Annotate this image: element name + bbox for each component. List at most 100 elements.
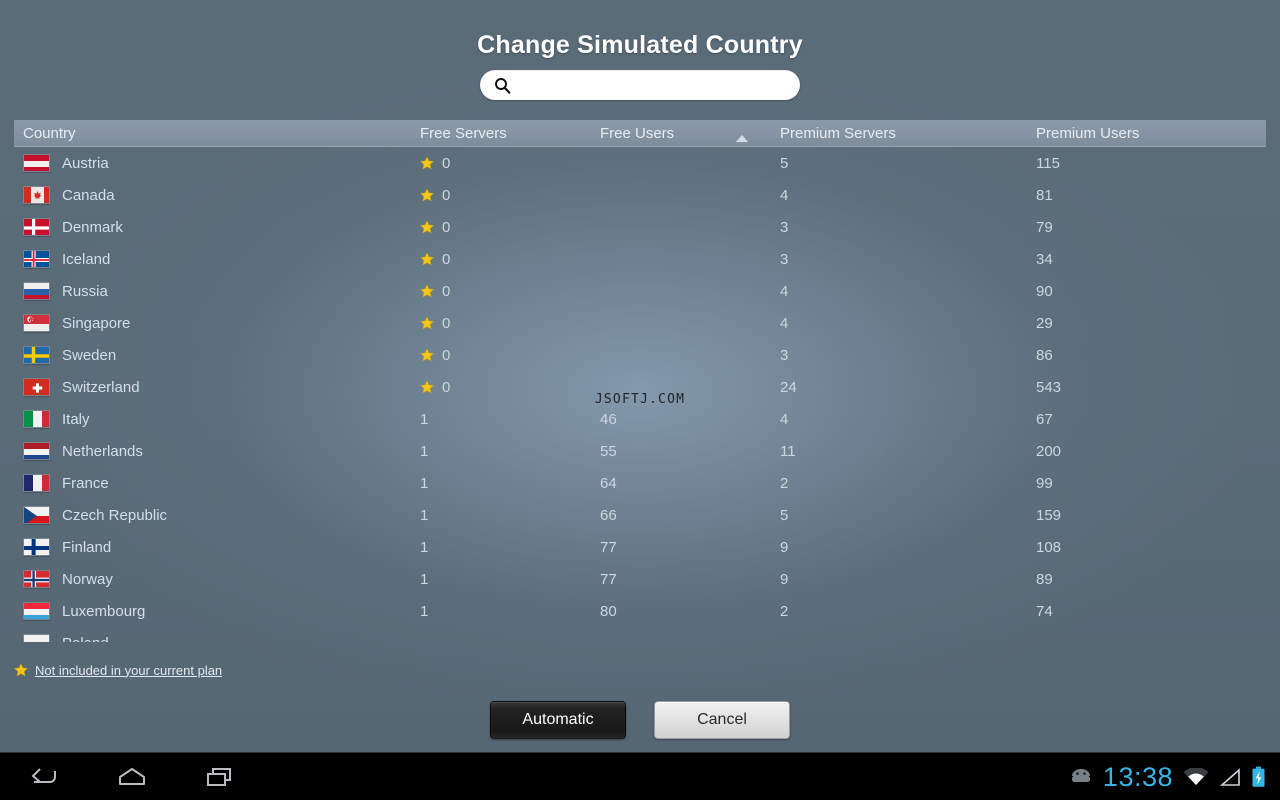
sort-ascending-icon [736, 134, 748, 142]
star-icon [420, 188, 434, 202]
search-input[interactable] [515, 71, 800, 99]
cell-premium-users-value: 81 [1036, 186, 1053, 204]
cell-premium-servers: 24 [780, 379, 1036, 396]
table-row[interactable]: Netherlands 1 55 11 200 [14, 435, 1266, 467]
cell-free-users-value: 80 [600, 602, 617, 620]
cell-premium-servers-value: 3 [780, 250, 789, 268]
table-row[interactable]: Luxembourg 1 80 2 74 [14, 595, 1266, 627]
table-row[interactable]: Switzerland 0 24 543 [14, 371, 1266, 403]
country-name: Luxembourg [62, 602, 146, 620]
cell-premium-users-value: 200 [1036, 442, 1062, 460]
free-servers-value: 0 [442, 186, 451, 204]
country-name: Sweden [62, 346, 117, 364]
table-row[interactable]: Norway 1 77 9 89 [14, 563, 1266, 595]
cell-free-users-value: 46 [600, 410, 617, 428]
free-servers-value: 0 [442, 218, 451, 236]
cell-premium-users: 34 [1036, 251, 1260, 268]
app-screen: Change Simulated Country Country Free Se… [0, 0, 1280, 800]
cell-free-users: 66 [600, 507, 780, 524]
page-title: Change Simulated Country [477, 31, 803, 59]
back-icon[interactable] [22, 758, 66, 796]
dialog-buttons: Automatic Cancel [0, 701, 1280, 739]
table-row[interactable]: Austria 0 5 115 [14, 147, 1266, 179]
cancel-button[interactable]: Cancel [654, 701, 790, 739]
column-header-free-users[interactable]: Free Users [600, 125, 780, 142]
country-name: Iceland [62, 250, 111, 268]
country-name: Finland [62, 538, 112, 556]
cell-free-users: 80 [600, 603, 780, 620]
star-icon [420, 316, 434, 330]
cell-premium-users-value: 67 [1036, 410, 1053, 428]
flag-sweden-icon [23, 346, 50, 364]
cell-premium-users: 159 [1036, 507, 1260, 524]
cell-premium-servers-value: 9 [780, 570, 789, 588]
home-icon[interactable] [110, 758, 154, 796]
cell-free-users: 46 [600, 411, 780, 428]
cell-premium-users: 200 [1036, 443, 1260, 460]
country-name: Austria [62, 154, 109, 172]
star-icon [14, 663, 28, 677]
table-row[interactable]: Czech Republic 1 66 5 159 [14, 499, 1266, 531]
status-icons: 13:38 [1069, 753, 1266, 800]
flag-finland-icon [23, 538, 50, 556]
column-header-premium-users[interactable]: Premium Users [1036, 125, 1260, 142]
cell-free-servers: 1 [420, 539, 600, 556]
cell-premium-servers: 9 [780, 539, 1036, 556]
navigation-buttons [22, 758, 242, 796]
column-header-country[interactable]: Country [14, 125, 420, 142]
free-servers-value: 1 [420, 442, 429, 460]
column-header-free-servers[interactable]: Free Servers [420, 125, 600, 142]
cell-free-servers: 0 [420, 187, 600, 204]
cell-premium-servers: 4 [780, 411, 1036, 428]
android-robot-icon [1069, 768, 1093, 786]
cell-country: Netherlands [14, 442, 420, 460]
cell-premium-servers-value: 24 [780, 378, 797, 396]
column-header-premium-servers[interactable]: Premium Servers [780, 125, 1036, 142]
country-name: Italy [62, 410, 90, 428]
table-row[interactable]: Poland [14, 627, 1266, 642]
cell-premium-servers-value: 3 [780, 218, 789, 236]
cell-premium-servers-value: 4 [780, 186, 789, 204]
search-field[interactable] [480, 70, 800, 100]
cell-premium-servers: 3 [780, 219, 1036, 236]
table-row[interactable]: Finland 1 77 9 108 [14, 531, 1266, 563]
cell-free-servers: 1 [420, 507, 600, 524]
cell-premium-users: 90 [1036, 283, 1260, 300]
cell-premium-users: 108 [1036, 539, 1260, 556]
automatic-button[interactable]: Automatic [490, 701, 626, 739]
table-row[interactable]: Denmark 0 3 79 [14, 211, 1266, 243]
table-row[interactable]: Sweden 0 3 86 [14, 339, 1266, 371]
cell-country: Luxembourg [14, 602, 420, 620]
cell-free-servers: 0 [420, 155, 600, 172]
flag-netherlands-icon [23, 442, 50, 460]
free-servers-value: 1 [420, 570, 429, 588]
change-simulated-country-dialog: Change Simulated Country Country Free Se… [0, 0, 1280, 752]
table-row[interactable]: France 1 64 2 99 [14, 467, 1266, 499]
plan-note[interactable]: Not included in your current plan [14, 661, 222, 679]
table-header-row: Country Free Servers Free Users Premium … [14, 120, 1266, 147]
flag-canada-icon [23, 186, 50, 204]
cell-country: Denmark [14, 218, 420, 236]
table-body: Austria 0 5 115 Canada 0 4 81 Denmark 0 3 79 Iceland… [14, 147, 1266, 642]
cell-premium-users-value: 115 [1036, 154, 1060, 172]
recents-icon[interactable] [198, 758, 242, 796]
table-row[interactable]: Canada 0 4 81 [14, 179, 1266, 211]
country-name: France [62, 474, 109, 492]
cell-premium-users: 79 [1036, 219, 1260, 236]
star-icon [420, 252, 434, 266]
table-row[interactable]: Russia 0 4 90 [14, 275, 1266, 307]
plan-note-label[interactable]: Not included in your current plan [35, 663, 222, 678]
star-icon [420, 220, 434, 234]
cell-country: Poland [14, 634, 420, 642]
table-row[interactable]: Iceland 0 3 34 [14, 243, 1266, 275]
cell-premium-users: 86 [1036, 347, 1260, 364]
table-row[interactable]: Italy 1 46 4 67 [14, 403, 1266, 435]
cell-premium-servers-value: 5 [780, 506, 789, 524]
cell-country: Sweden [14, 346, 420, 364]
free-servers-value: 1 [420, 506, 429, 524]
table-row[interactable]: Singapore 0 4 29 [14, 307, 1266, 339]
country-name: Denmark [62, 218, 123, 236]
cell-premium-servers: 2 [780, 603, 1036, 620]
cell-free-users: 77 [600, 539, 780, 556]
country-name: Poland [62, 635, 109, 643]
